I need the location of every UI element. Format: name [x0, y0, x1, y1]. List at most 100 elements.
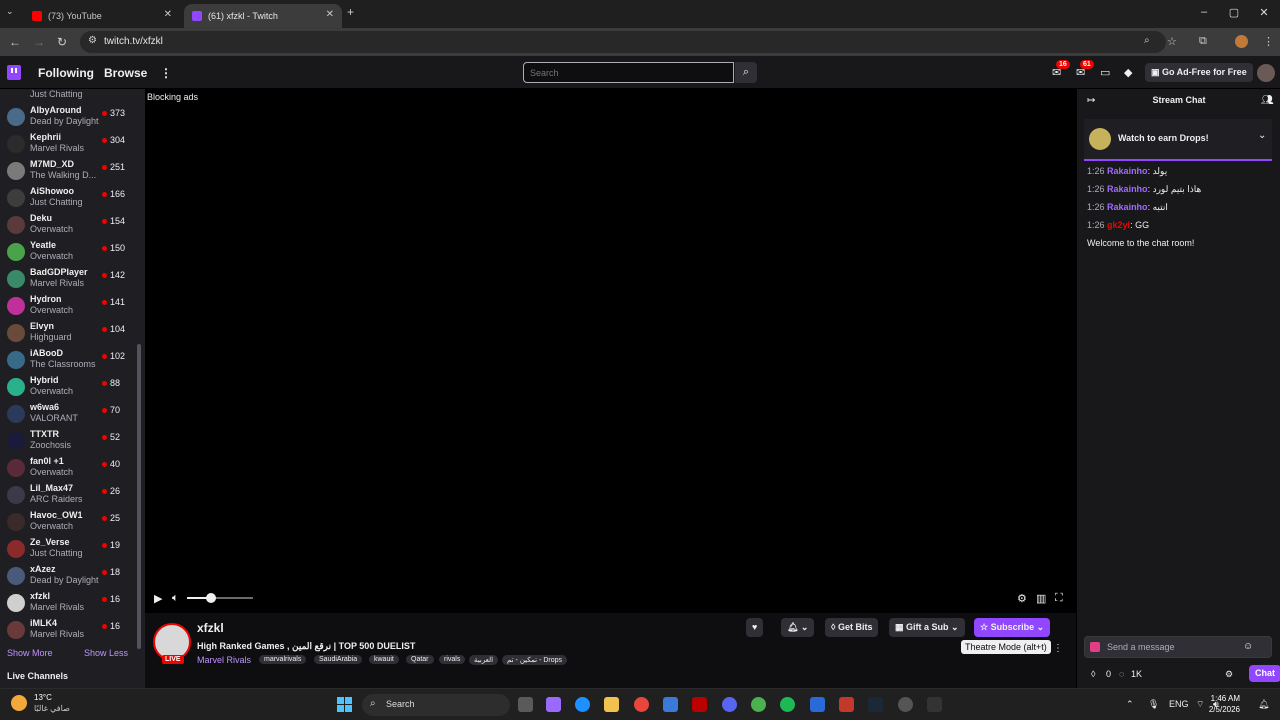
zoom-icon[interactable]: ⌕	[1144, 35, 1150, 46]
ad-free-button[interactable]: ▣ Go Ad-Free for Free	[1145, 63, 1253, 82]
volume-knob[interactable]	[206, 593, 217, 603]
netflix-icon[interactable]	[692, 697, 707, 712]
store-icon[interactable]	[663, 697, 678, 712]
message-user[interactable]: Rakainho	[1107, 184, 1148, 194]
channel-points-icon[interactable]: ◌	[1119, 669, 1124, 679]
chrome-icon[interactable]	[634, 697, 649, 712]
window-close-icon[interactable]: ✕	[1249, 6, 1279, 19]
show-more-link[interactable]: Show More	[7, 648, 53, 658]
video-player[interactable]: Blocking ads ▶ 🔈︎ ⚙ ▥ ⛶	[145, 89, 1076, 613]
address-bar[interactable]: ⚙ twitch.tv/xfzkl ⌕	[80, 31, 1166, 53]
fullscreen-icon[interactable]: ⛶	[1055, 592, 1063, 605]
community-icon[interactable]: 👥︎	[1261, 95, 1274, 106]
play-icon[interactable]: ▶	[154, 592, 162, 605]
xbox-icon[interactable]	[751, 697, 766, 712]
stream-tag[interactable]: kwauit	[369, 655, 399, 664]
sidebar-channel[interactable]: Yeatle Overwatch 150	[0, 238, 145, 265]
sidebar-channel[interactable]: Havoc_OW1 Overwatch 25	[0, 508, 145, 535]
sidebar-channel[interactable]: xfzkl Marvel Rivals 16	[0, 589, 145, 616]
settings-icon[interactable]: ⚙	[1017, 592, 1027, 605]
tab-twitch[interactable]: (61) xfzkl - Twitch ✕	[184, 4, 342, 28]
sidebar-channel[interactable]: Elvyn Highguard 104	[0, 319, 145, 346]
notifications-toggle[interactable]: 🔔︎ ⌄	[781, 618, 815, 637]
message-user[interactable]: Rakainho	[1107, 202, 1148, 212]
sidebar-channel[interactable]: AiShowoo Just Chatting 166	[0, 184, 145, 211]
sidebar-channel[interactable]: w6wa6 VALORANT 70	[0, 400, 145, 427]
user-avatar[interactable]	[1257, 64, 1275, 82]
search-button[interactable]: ⌕	[735, 62, 757, 83]
menu-icon[interactable]: ⋮	[1263, 35, 1274, 48]
streamer-name[interactable]: xfzkl	[197, 621, 224, 635]
stream-tag[interactable]: marvalrivals	[259, 655, 307, 664]
stream-game-link[interactable]: Marvel Rivals	[197, 655, 251, 665]
sidebar-channel[interactable]: iMLK4 Marvel Rivals 16	[0, 616, 145, 643]
sidebar-channel[interactable]: Lil_Max47 ARC Raiders 26	[0, 481, 145, 508]
stream-tag[interactable]: rivals	[439, 655, 466, 664]
chat-input[interactable]: Send a message ☺	[1084, 636, 1272, 658]
nav-browse[interactable]: Browse	[104, 66, 147, 80]
twitch-logo-icon[interactable]	[7, 65, 21, 80]
chat-settings-icon[interactable]: ⚙	[1225, 669, 1233, 680]
back-icon[interactable]: ←	[9, 35, 21, 49]
notification-center-icon[interactable]: 🔔︎	[1258, 699, 1269, 710]
taskbar-search[interactable]: ⌕ Search	[362, 694, 510, 716]
show-less-link[interactable]: Show Less	[84, 648, 128, 658]
forward-icon[interactable]: →	[33, 35, 45, 49]
sidebar-channel[interactable]: M7MD_XD The Walking D... 251	[0, 157, 145, 184]
chat-send-button[interactable]: Chat	[1249, 665, 1280, 682]
message-user[interactable]: gk2yl	[1107, 220, 1130, 230]
stream-tag[interactable]: SaudiArabia	[314, 655, 363, 664]
search-input[interactable]	[523, 62, 734, 83]
extensions-icon[interactable]: ⧉	[1199, 35, 1207, 48]
file-explorer-icon[interactable]	[604, 697, 619, 712]
close-icon[interactable]: ✕	[326, 9, 334, 20]
bookmark-star-icon[interactable]: ☆	[1167, 35, 1177, 48]
sidebar-channel[interactable]: Hydron Overwatch 141	[0, 292, 145, 319]
steam-icon[interactable]	[868, 697, 883, 712]
sidebar-channel[interactable]: AlbyAround Dead by Daylight 373	[0, 103, 145, 130]
site-info-icon[interactable]: ⚙	[88, 35, 97, 46]
profile-avatar[interactable]	[1235, 35, 1248, 48]
maximize-icon[interactable]: ▢	[1219, 6, 1249, 19]
discord-icon[interactable]	[722, 697, 737, 712]
reload-icon[interactable]: ↻	[57, 35, 67, 49]
volume-icon[interactable]: 🔈︎	[172, 592, 179, 605]
emote-picker-icon[interactable]: ☺	[1243, 641, 1253, 652]
sidebar-scrollbar[interactable]	[137, 344, 141, 649]
more-options-icon[interactable]: ⋮	[1053, 643, 1063, 654]
follow-button[interactable]: ♥	[746, 618, 764, 637]
sidebar-channel[interactable]: Hybrid Overwatch 88	[0, 373, 145, 400]
sidebar-channel[interactable]: TTXTR Zoochosis 52	[0, 427, 145, 454]
whispers-icon[interactable]: ▭	[1100, 66, 1110, 79]
app-x-icon[interactable]	[839, 697, 854, 712]
language-indicator[interactable]: ENG	[1169, 699, 1189, 709]
drops-banner[interactable]: Watch to earn Drops! ⌄	[1084, 119, 1272, 161]
sidebar-channel[interactable]: xAzez Dead by Daylight 18	[0, 562, 145, 589]
tab-search-icon[interactable]: ⌄	[6, 6, 14, 17]
clock-date[interactable]: 2/5/2026	[1200, 705, 1240, 714]
close-icon[interactable]: ✕	[164, 9, 172, 20]
settings-app-icon[interactable]	[898, 697, 913, 712]
stream-tag[interactable]: العربية	[469, 655, 499, 665]
edge-icon[interactable]	[575, 697, 590, 712]
gift-sub-button[interactable]: ▦ Gift a Sub ⌄	[889, 618, 965, 637]
stream-tag[interactable]: تمكين - تم - Drops	[502, 655, 568, 665]
tray-overflow-icon[interactable]: ⌃	[1126, 699, 1134, 710]
weather-icon[interactable]	[11, 695, 27, 711]
theatre-mode-icon[interactable]: ▥	[1036, 592, 1046, 605]
sidebar-channel[interactable]: fan0l +1 Overwatch 40	[0, 454, 145, 481]
sidebar-channel[interactable]: Kephrii Marvel Rivals 304	[0, 130, 145, 157]
subscribe-button[interactable]: ☆ Subscribe ⌄	[974, 618, 1051, 637]
task-view-icon[interactable]	[518, 697, 533, 712]
nav-following[interactable]: Following	[38, 66, 94, 80]
sidebar-channel[interactable]: Deku Overwatch 154	[0, 211, 145, 238]
more-icon[interactable]: ⋮	[160, 66, 172, 80]
sidebar-channel[interactable]: BadGDPlayer Marvel Rivals 142	[0, 265, 145, 292]
new-tab-icon[interactable]: +	[347, 5, 354, 19]
start-icon[interactable]	[337, 697, 353, 713]
get-bits-button[interactable]: ◊ Get Bits	[825, 618, 879, 637]
clock-time[interactable]: 1:46 AM	[1208, 694, 1240, 703]
bits-icon[interactable]: ◊	[1091, 669, 1095, 679]
tab-youtube[interactable]: (73) YouTube ✕	[24, 4, 180, 28]
screen-capture-icon[interactable]	[927, 697, 942, 712]
